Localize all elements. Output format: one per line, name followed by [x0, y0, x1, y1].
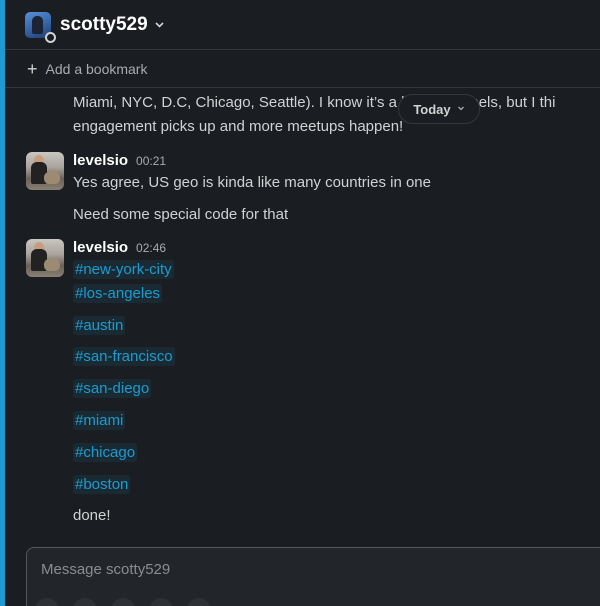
channel-link[interactable]: #miami	[73, 411, 126, 430]
continuation-line-1: Miami, NYC, D.C, Chicago, Seattle). I kn…	[73, 94, 556, 111]
channel-header: scotty529	[5, 0, 600, 50]
chevron-down-icon[interactable]	[154, 19, 165, 30]
emoji-icon[interactable]	[149, 598, 173, 606]
date-divider-label: Today	[413, 101, 451, 117]
message-text: done!	[73, 507, 111, 524]
avatar[interactable]	[26, 239, 64, 277]
composer-toolbar	[35, 598, 211, 606]
channel-link[interactable]: #los-angeles	[73, 284, 163, 303]
dm-avatar[interactable]	[25, 11, 56, 43]
message-text: Need some special code for that	[73, 206, 289, 223]
channel-link[interactable]: #boston	[73, 475, 131, 494]
attach-icon[interactable]	[35, 598, 59, 606]
date-divider-today[interactable]: Today	[398, 94, 480, 124]
continuation-text: Miami, NYC, D.C, Chicago, Seattle). I kn…	[73, 91, 600, 139]
video-icon[interactable]	[73, 598, 97, 606]
continuation-line-2: engagement picks up and more meetups hap…	[73, 118, 404, 135]
add-bookmark-label[interactable]: Add a bookmark	[46, 61, 148, 77]
mention-icon[interactable]	[187, 598, 211, 606]
message: levelsio 02:46 #new-york-city #los-angel…	[26, 239, 596, 529]
message: levelsio 00:21 Yes agree, US geo is kind…	[26, 152, 596, 232]
chevron-down-icon	[457, 104, 465, 114]
message-list: Miami, NYC, D.C, Chicago, Seattle). I kn…	[5, 89, 600, 544]
message-author[interactable]: levelsio	[73, 152, 128, 169]
bookmark-bar[interactable]: + Add a bookmark	[5, 51, 600, 88]
channel-link[interactable]: #san-diego	[73, 379, 152, 398]
presence-indicator	[45, 31, 56, 43]
plus-icon: +	[27, 59, 38, 79]
avatar[interactable]	[26, 152, 64, 190]
composer-placeholder[interactable]: Message scotty529	[41, 561, 170, 578]
mic-icon[interactable]	[111, 598, 135, 606]
message-timestamp[interactable]: 02:46	[136, 241, 166, 255]
message-timestamp[interactable]: 00:21	[136, 154, 166, 168]
channel-link[interactable]: #new-york-city	[73, 260, 174, 279]
message-author[interactable]: levelsio	[73, 239, 128, 256]
dm-title[interactable]: scotty529	[60, 14, 148, 36]
message-text: Yes agree, US geo is kinda like many cou…	[73, 174, 431, 191]
avatar-figure	[32, 15, 43, 34]
message-composer[interactable]: Message scotty529	[26, 547, 600, 606]
channel-link[interactable]: #chicago	[73, 443, 138, 462]
channel-link[interactable]: #san-francisco	[73, 347, 175, 366]
channel-link[interactable]: #austin	[73, 316, 126, 335]
